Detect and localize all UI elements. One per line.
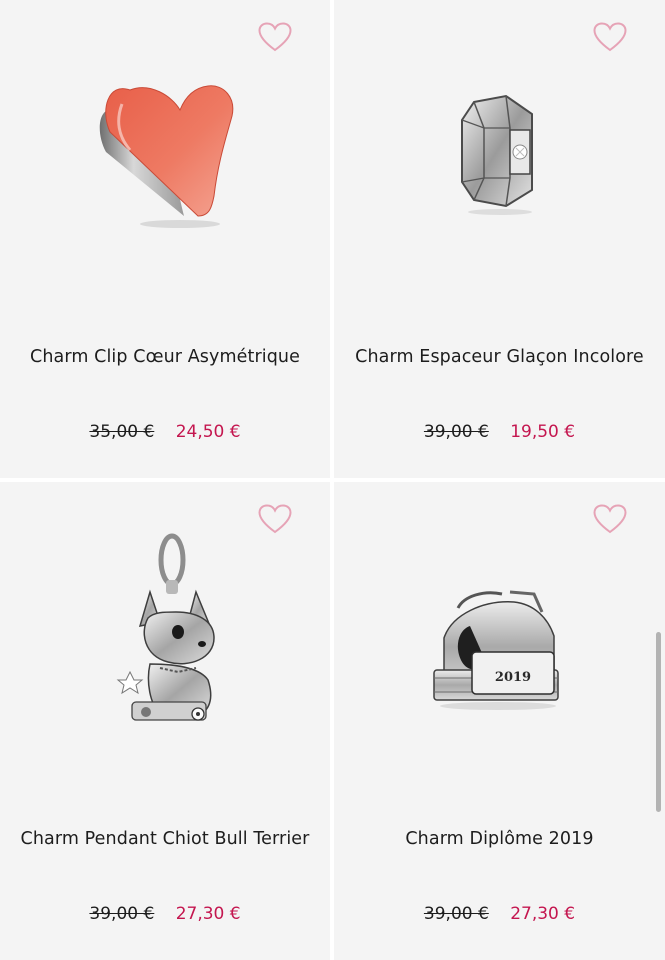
original-price: 39,00 € — [423, 422, 489, 442]
product-card[interactable]: Charm Espaceur Glaçon Incolore 39,00 € 1… — [334, 0, 665, 478]
original-price: 39,00 € — [89, 904, 155, 924]
sale-price: 19,50 € — [510, 422, 576, 442]
product-name[interactable]: Charm Espaceur Glaçon Incolore — [354, 342, 645, 372]
vertical-scrollbar[interactable] — [656, 632, 661, 812]
diploma-books-charm-image[interactable]: 2019 — [334, 522, 665, 782]
red-heart-clip-charm-image[interactable] — [0, 40, 330, 300]
sale-price: 24,50 € — [175, 422, 241, 442]
price-row: 39,00 € 19,50 € — [334, 420, 665, 444]
price-row: 39,00 € 27,30 € — [0, 902, 330, 926]
original-price: 39,00 € — [423, 904, 489, 924]
original-price: 35,00 € — [89, 422, 155, 442]
ice-cube-spacer-charm-image[interactable] — [334, 40, 665, 300]
sale-price: 27,30 € — [510, 904, 576, 924]
product-name[interactable]: Charm Clip Cœur Asymétrique — [20, 342, 310, 372]
product-name[interactable]: Charm Diplôme 2019 — [354, 824, 645, 854]
product-grid: Charm Clip Cœur Asymétrique 35,00 € 24,5… — [0, 0, 665, 960]
price-row: 35,00 € 24,50 € — [0, 420, 330, 444]
product-name[interactable]: Charm Pendant Chiot Bull Terrier — [20, 824, 310, 854]
product-card[interactable]: Charm Pendant Chiot Bull Terrier 39,00 €… — [0, 482, 330, 960]
product-card[interactable]: Charm Clip Cœur Asymétrique 35,00 € 24,5… — [0, 0, 330, 478]
price-row: 39,00 € 27,30 € — [334, 902, 665, 926]
product-card[interactable]: 2019 Charm Diplôme 2019 39,00 € 27,30 € — [334, 482, 665, 960]
sale-price: 27,30 € — [175, 904, 241, 924]
diploma-year-engraving: 2019 — [495, 670, 531, 685]
bull-terrier-pendant-charm-image[interactable] — [0, 522, 330, 782]
